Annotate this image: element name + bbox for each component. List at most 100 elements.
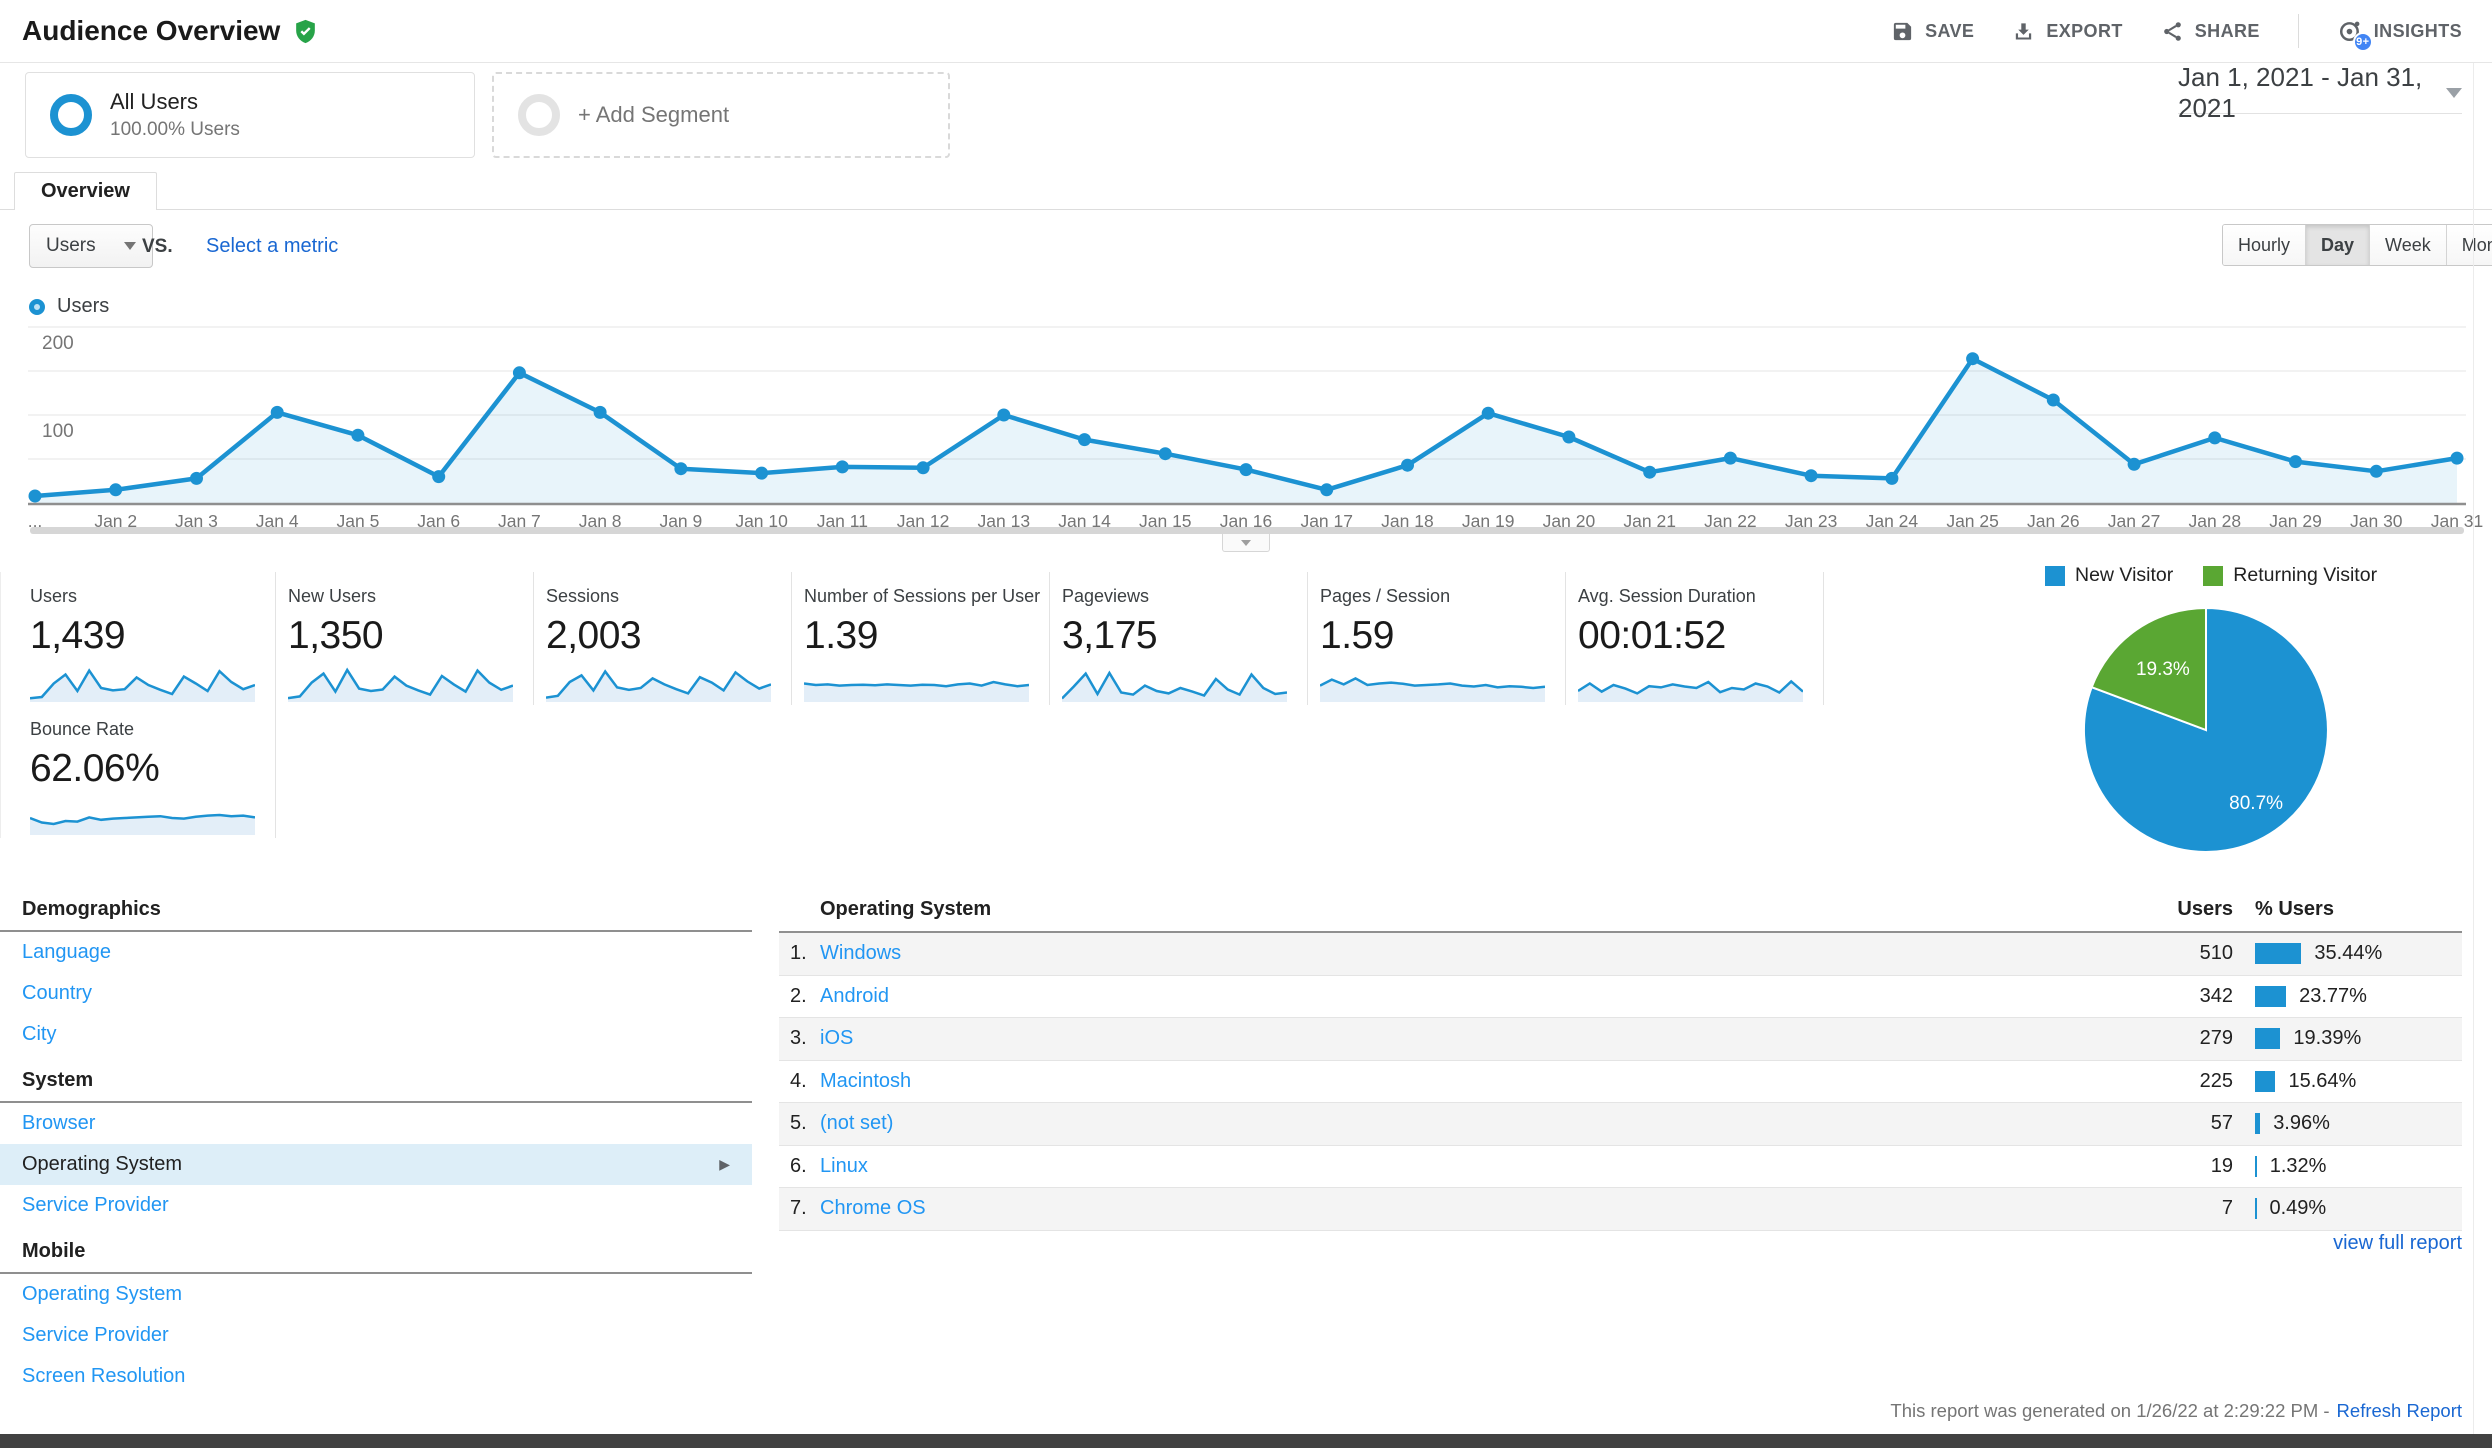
row-rank: 5. — [779, 1112, 820, 1135]
table-header-row: Operating System Users % Users — [779, 898, 2462, 933]
os-link[interactable]: Chrome OS — [820, 1197, 2140, 1220]
segment-text: All Users 100.00% Users — [110, 89, 240, 141]
add-segment-button[interactable]: + Add Segment — [492, 72, 950, 158]
pct-value-label: 0.49% — [2270, 1197, 2327, 1220]
os-link[interactable]: Windows — [820, 942, 2140, 965]
granularity-month[interactable]: Month — [2446, 225, 2492, 265]
share-button[interactable]: SHARE — [2161, 20, 2260, 43]
row-pct-cell: 3.96% — [2233, 1112, 2462, 1135]
verified-shield-icon — [292, 18, 319, 45]
sidebar-item-service-provider[interactable]: Service Provider — [0, 1315, 752, 1356]
metric-dropdown[interactable]: Users — [29, 224, 153, 268]
row-rank: 3. — [779, 1027, 820, 1050]
scorecard-avg-session-duration: Avg. Session Duration00:01:52 — [1566, 572, 1824, 705]
chevron-down-icon — [1241, 540, 1251, 546]
sidebar-item-label: Service Provider — [22, 1324, 169, 1347]
os-link[interactable]: Macintosh — [820, 1070, 2140, 1093]
sidebar-section-system: System — [0, 1069, 752, 1103]
sidebar-item-language[interactable]: Language — [0, 932, 752, 973]
tab-bar-line — [0, 209, 2492, 210]
granularity-week[interactable]: Week — [2369, 225, 2446, 265]
sidebar-item-browser[interactable]: Browser — [0, 1103, 752, 1144]
scorecard-value: 62.06% — [30, 747, 263, 791]
chevron-down-icon — [2446, 88, 2462, 98]
os-link[interactable]: Linux — [820, 1155, 2140, 1178]
sparkline — [30, 796, 255, 836]
segment-ring-icon — [518, 94, 560, 136]
legend-swatch-icon — [2045, 566, 2065, 586]
sidebar-item-city[interactable]: City — [0, 1014, 752, 1055]
report-sidebar: DemographicsLanguageCountryCitySystemBro… — [0, 898, 752, 1397]
export-button[interactable]: EXPORT — [2012, 20, 2122, 43]
pie-legend-item: New Visitor — [2045, 564, 2173, 587]
os-link[interactable]: iOS — [820, 1027, 2140, 1050]
top-app-bar: Audience Overview SAVE EXPORT SHARE — [0, 0, 2492, 63]
pct-bar — [2255, 1156, 2257, 1177]
pie-legend: New VisitorReturning Visitor — [2045, 564, 2377, 587]
sidebar-item-country[interactable]: Country — [0, 973, 752, 1014]
sidebar-item-operating-system[interactable]: Operating System▶ — [0, 1144, 752, 1185]
sparkline — [288, 663, 513, 703]
scorecards-row-2: Bounce Rate62.06% — [0, 705, 1824, 838]
sidebar-item-service-provider[interactable]: Service Provider — [0, 1185, 752, 1226]
sidebar-item-operating-system[interactable]: Operating System — [0, 1274, 752, 1315]
row-pct-cell: 15.64% — [2233, 1070, 2462, 1093]
toolbar-divider — [2298, 14, 2299, 48]
pct-bar — [2255, 1071, 2275, 1092]
chart-scrollbar[interactable] — [30, 527, 2464, 534]
sparkline — [30, 663, 255, 703]
scorecard-number-of-sessions-per-user: Number of Sessions per User1.39 — [792, 572, 1050, 705]
save-button[interactable]: SAVE — [1891, 20, 1974, 43]
sidebar-item-label: Screen Resolution — [22, 1365, 185, 1388]
granularity-switcher: HourlyDayWeekMonth — [2222, 224, 2492, 266]
os-link[interactable]: Android — [820, 985, 2140, 1008]
row-rank: 2. — [779, 985, 820, 1008]
os-table: Operating System Users % Users 1.Windows… — [779, 898, 2462, 1231]
pct-value-label: 15.64% — [2288, 1070, 2356, 1093]
scorecard-label: Users — [30, 586, 263, 607]
row-users-value: 279 — [2140, 1027, 2233, 1050]
segment-all-users[interactable]: All Users 100.00% Users — [25, 72, 475, 158]
view-full-report-link[interactable]: view full report — [2333, 1232, 2462, 1255]
chevron-down-icon — [124, 242, 136, 250]
annotations-toggle-tab[interactable] — [1222, 534, 1270, 552]
pct-value-label: 19.39% — [2293, 1027, 2361, 1050]
granularity-hourly[interactable]: Hourly — [2223, 225, 2305, 265]
save-label: SAVE — [1925, 21, 1974, 42]
chevron-right-icon: ▶ — [719, 1156, 730, 1173]
sidebar-item-screen-resolution[interactable]: Screen Resolution — [0, 1356, 752, 1397]
segment-ring-icon — [50, 94, 92, 136]
metric-dropdown-value: Users — [46, 235, 96, 257]
date-range-selector[interactable]: Jan 1, 2021 - Jan 31, 2021 — [2178, 72, 2462, 114]
chart-legend: Users — [29, 295, 109, 318]
add-segment-label: + Add Segment — [578, 102, 729, 128]
tab-overview[interactable]: Overview — [14, 172, 157, 210]
pct-value-label: 1.32% — [2270, 1155, 2327, 1178]
row-rank: 6. — [779, 1155, 820, 1178]
scorecard-label: Pageviews — [1062, 586, 1295, 607]
date-range-text: Jan 1, 2021 - Jan 31, 2021 — [2178, 62, 2430, 124]
os-link[interactable]: (not set) — [820, 1112, 2140, 1135]
sparkline — [1062, 663, 1287, 703]
sidebar-item-label: Service Provider — [22, 1194, 169, 1217]
refresh-report-link[interactable]: Refresh Report — [2337, 1400, 2462, 1421]
scorecard-sessions: Sessions2,003 — [534, 572, 792, 705]
sparkline — [1578, 663, 1803, 703]
bottom-status-bar — [0, 1434, 2492, 1448]
toolbar-actions: SAVE EXPORT SHARE 9+ INSIGHTS — [1891, 14, 2462, 48]
row-pct-cell: 19.39% — [2233, 1027, 2462, 1050]
scorecard-value: 1.39 — [804, 614, 1037, 658]
scorecard-label: Pages / Session — [1320, 586, 1553, 607]
sidebar-item-label: Country — [22, 982, 92, 1005]
panel-edge — [2473, 63, 2474, 1434]
table-row: 2.Android34223.77% — [779, 976, 2462, 1019]
sidebar-section-mobile: Mobile — [0, 1240, 752, 1274]
select-metric-link[interactable]: Select a metric — [206, 235, 338, 258]
segment-title: All Users — [110, 89, 240, 115]
scorecard-value: 2,003 — [546, 614, 779, 658]
granularity-day[interactable]: Day — [2305, 225, 2369, 265]
scorecards: Users1,439New Users1,350Sessions2,003Num… — [0, 572, 1824, 838]
users-line-chart: 100200 — [0, 325, 2492, 510]
insights-button[interactable]: 9+ INSIGHTS — [2337, 18, 2462, 44]
sparkline — [804, 663, 1029, 703]
